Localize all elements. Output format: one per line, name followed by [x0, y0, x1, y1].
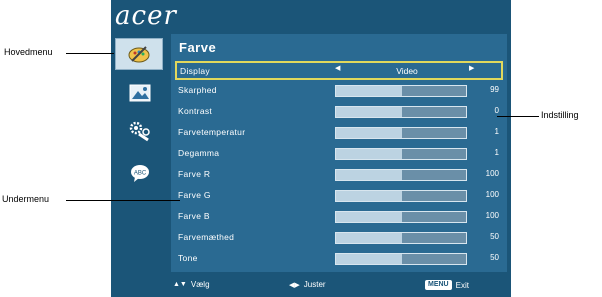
- row-label: Farvemæthed: [178, 232, 235, 242]
- callout-line: [66, 53, 114, 54]
- slider-fill: [336, 86, 403, 96]
- up-down-arrows-icon: ▲▼: [173, 281, 187, 288]
- callout-line: [66, 200, 180, 201]
- slider-fill: [336, 212, 403, 222]
- row-label: Kontrast: [178, 106, 213, 116]
- setting-value: 0: [494, 106, 499, 115]
- slider-fill: [336, 128, 403, 138]
- callout-hovedmenu: Hovedmenu: [4, 47, 53, 57]
- language-icon[interactable]: ABC: [125, 162, 155, 184]
- menu-key-icon: MENU: [425, 280, 452, 290]
- exit-label: Exit: [455, 280, 469, 290]
- slider-fill: [336, 191, 403, 201]
- callout-line: [497, 116, 539, 117]
- setting-slider[interactable]: [335, 127, 467, 139]
- page-title: Farve: [179, 40, 217, 55]
- row-label: Display: [180, 66, 210, 76]
- setting-slider[interactable]: [335, 253, 467, 265]
- slider-fill: [336, 149, 403, 159]
- setting-slider[interactable]: [335, 85, 467, 97]
- menu-row[interactable]: Farvemæthed 50: [175, 229, 503, 248]
- setting-slider[interactable]: [335, 211, 467, 223]
- footer-select: ▲▼ Vælg: [173, 280, 210, 289]
- arrow-left-icon[interactable]: ◀: [335, 64, 340, 72]
- row-label: Skarphed: [178, 85, 217, 95]
- submenu-panel: Farve Display ◀ Video ▶ Skarphed 99 Kontra…: [171, 34, 507, 272]
- footer-exit: MENU Exit: [425, 280, 469, 290]
- menu-row-display[interactable]: Display ◀ Video ▶: [175, 61, 503, 80]
- select-label: Vælg: [190, 280, 210, 289]
- setting-value: 100: [485, 169, 499, 178]
- picture-icon[interactable]: [125, 82, 155, 104]
- setting-value: 50: [490, 232, 499, 241]
- setting-slider[interactable]: [335, 106, 467, 118]
- arrow-right-icon[interactable]: ▶: [469, 64, 474, 72]
- row-label: Degamma: [178, 148, 220, 158]
- setting-value: 100: [485, 211, 499, 220]
- menu-row[interactable]: Farve B 100: [175, 208, 503, 227]
- setting-value: 100: [485, 190, 499, 199]
- setting-slider[interactable]: [335, 169, 467, 181]
- color-palette-icon[interactable]: [115, 38, 163, 70]
- left-right-arrows-icon: ◀▶: [289, 281, 300, 289]
- menu-row[interactable]: Tone 50: [175, 250, 503, 269]
- menu-row[interactable]: Farve R 100: [175, 166, 503, 185]
- setting-value: 1: [494, 148, 499, 157]
- brand-logo: acer: [115, 1, 177, 31]
- language-icon-label: ABC: [134, 171, 147, 177]
- setting-slider[interactable]: [335, 232, 467, 244]
- row-label: Farve G: [178, 190, 211, 200]
- menu-row[interactable]: Farvetemperatur 1: [175, 124, 503, 143]
- setting-value: 99: [490, 85, 499, 94]
- menu-row[interactable]: Degamma 1: [175, 145, 503, 164]
- row-label: Tone: [178, 253, 198, 263]
- row-label: Farve R: [178, 169, 211, 179]
- setting-slider[interactable]: [335, 190, 467, 202]
- adjust-label: Juster: [303, 280, 326, 289]
- setting-value: 1: [494, 127, 499, 136]
- slider-fill: [336, 233, 403, 243]
- osd-window: acer ABC Farve Display ◀ Video ▶ Skarphe…: [111, 0, 511, 297]
- footer-hints: ▲▼ Vælg ◀▶ Juster MENU Exit: [171, 280, 507, 294]
- row-label: Farvetemperatur: [178, 127, 246, 137]
- menu-row[interactable]: Farve G 100: [175, 187, 503, 206]
- callout-indstilling: Indstilling: [541, 110, 579, 120]
- slider-fill: [336, 107, 403, 117]
- callout-undermenu: Undermenu: [2, 194, 50, 204]
- row-label: Farve B: [178, 211, 210, 221]
- display-mode-value: Video: [396, 66, 418, 76]
- slider-fill: [336, 170, 403, 180]
- main-menu: ABC: [111, 34, 169, 274]
- setting-slider[interactable]: [335, 148, 467, 160]
- slider-fill: [336, 254, 403, 264]
- menu-row[interactable]: Skarphed 99: [175, 82, 503, 101]
- settings-icon[interactable]: [125, 120, 155, 142]
- setting-value: 50: [490, 253, 499, 262]
- footer-adjust: ◀▶ Juster: [289, 280, 326, 289]
- menu-row[interactable]: Kontrast 0: [175, 103, 503, 122]
